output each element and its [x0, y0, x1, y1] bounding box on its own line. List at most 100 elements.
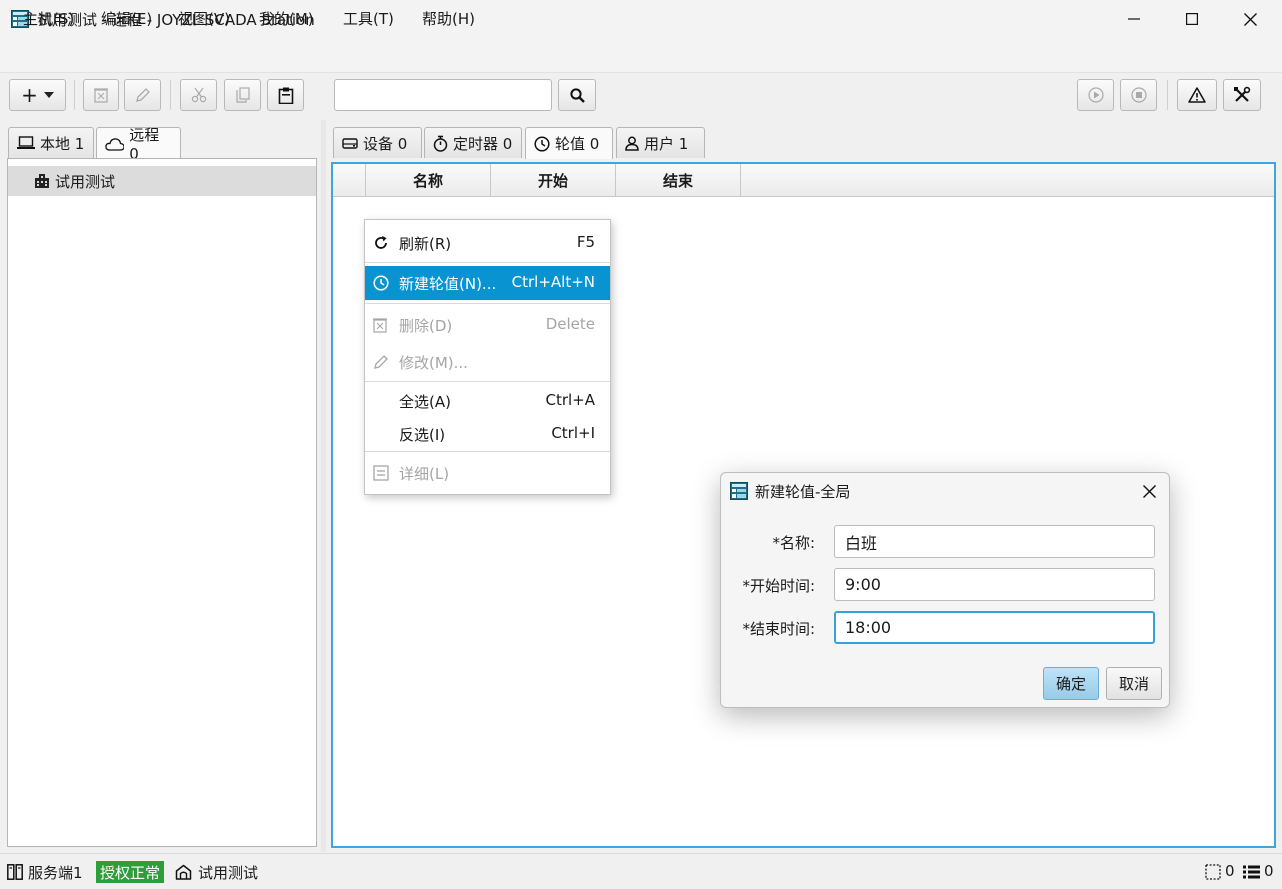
project-label[interactable]: 试用测试: [198, 862, 258, 883]
delete-button[interactable]: [83, 79, 119, 111]
tab-users[interactable]: 用户 1: [616, 127, 705, 158]
settings-tools-button[interactable]: [1223, 79, 1261, 111]
tab-shifts-label: 轮值 0: [555, 135, 600, 153]
end-time-field-label: *结束时间:: [742, 620, 815, 638]
host-tree-panel: [7, 158, 317, 847]
menu-item-refresh-label: 刷新(R): [399, 235, 452, 253]
tab-local[interactable]: 本地 1: [8, 127, 94, 158]
splitter-handle[interactable]: [321, 120, 326, 852]
home-icon: [175, 864, 192, 880]
close-icon: [1243, 12, 1257, 26]
column-header-end[interactable]: 结束: [616, 164, 741, 197]
column-header-name[interactable]: 名称: [366, 164, 491, 197]
stop-button[interactable]: [1120, 79, 1157, 111]
copy-button[interactable]: [224, 79, 261, 111]
menu-item-modify-label: 修改(M)...: [399, 354, 468, 372]
menu-host[interactable]: 主机(S): [23, 8, 74, 29]
warning-icon: [1188, 87, 1206, 103]
menu-item-modify[interactable]: 修改(M)...: [365, 345, 610, 379]
menu-help[interactable]: 帮助(H): [422, 8, 475, 29]
menu-item-new-shift-label: 新建轮值(N)...: [399, 275, 497, 293]
tab-timers-label: 定时器 0: [453, 134, 513, 153]
dialog-title: 新建轮值-全局: [755, 483, 851, 501]
tree-item-label[interactable]: 试用测试: [55, 171, 115, 192]
copy-icon: [235, 87, 250, 103]
paste-button[interactable]: [267, 79, 304, 111]
menu-item-invert-selection-label: 反选(I): [399, 426, 446, 444]
menu-bar: [0, 38, 1282, 72]
tab-devices-label: 设备 0: [363, 134, 408, 153]
tab-devices[interactable]: 设备 0: [333, 127, 422, 158]
start-time-field-label: *开始时间:: [742, 577, 815, 595]
ok-button[interactable]: 确定: [1043, 667, 1099, 700]
search-button[interactable]: [558, 79, 596, 111]
menu-tools[interactable]: 工具(T): [343, 8, 394, 29]
delete-icon: [94, 88, 108, 103]
minimize-icon: [1128, 18, 1140, 20]
menu-item-select-all[interactable]: 全选(A) Ctrl+A: [365, 384, 610, 418]
server-label[interactable]: 服务端1: [28, 862, 83, 883]
license-status-badge: 授权正常: [96, 861, 165, 883]
tab-timers[interactable]: 定时器 0: [424, 127, 522, 158]
tab-remote[interactable]: 远程 0: [96, 126, 181, 163]
menu-mine[interactable]: 我的(M): [259, 8, 314, 29]
menu-item-invert-selection[interactable]: 反选(I) Ctrl+I: [365, 417, 610, 451]
status-bar: [0, 853, 1282, 889]
clock-icon: [534, 135, 550, 152]
search-icon: [569, 87, 585, 103]
edit-button[interactable]: [124, 79, 161, 111]
tab-users-label: 用户 1: [644, 134, 689, 153]
scissors-icon: [191, 87, 206, 103]
menu-separator: [365, 451, 610, 452]
menu-item-new-shift-shortcut: Ctrl+Alt+N: [511, 273, 595, 291]
table-header-blank: [333, 164, 366, 197]
search-input[interactable]: [334, 79, 552, 111]
building-icon: [34, 173, 50, 189]
maximize-icon: [1186, 13, 1198, 25]
refresh-icon: [375, 236, 387, 249]
pencil-icon: [135, 88, 150, 102]
tab-shifts[interactable]: 轮值 0: [525, 127, 613, 159]
device-icon: [342, 138, 358, 149]
minimize-button[interactable]: [1105, 0, 1163, 38]
menu-item-invert-selection-shortcut: Ctrl+I: [551, 424, 595, 442]
menu-item-details[interactable]: 详细(L): [365, 456, 610, 490]
cancel-button[interactable]: 取消: [1106, 667, 1162, 700]
tools-icon: [1234, 86, 1251, 102]
menu-item-refresh[interactable]: 刷新(R) F5: [365, 226, 610, 260]
list-count: 0: [1264, 862, 1274, 880]
column-header-start[interactable]: 开始: [491, 164, 616, 197]
stop-icon: [1130, 87, 1147, 103]
maximize-button[interactable]: [1163, 0, 1221, 38]
end-time-field[interactable]: [834, 611, 1155, 644]
alarm-button[interactable]: [1177, 79, 1217, 111]
menu-edit[interactable]: 编辑(E): [101, 8, 152, 29]
menu-item-new-shift[interactable]: 新建轮值(N)... Ctrl+Alt+N: [365, 266, 610, 300]
selection-count: 0: [1225, 862, 1235, 880]
stopwatch-icon: [433, 135, 448, 152]
start-time-field[interactable]: [834, 568, 1155, 601]
cut-button[interactable]: [180, 79, 217, 111]
dialog-close-button[interactable]: [1137, 479, 1161, 503]
laptop-icon: [17, 136, 35, 149]
close-icon: [1142, 484, 1156, 498]
name-field-label: *名称:: [772, 534, 815, 552]
user-icon: [625, 136, 639, 151]
menu-view[interactable]: 视图(V): [178, 8, 230, 29]
delete-icon: [373, 318, 387, 333]
menu-separator: [365, 262, 610, 263]
add-label: +: [21, 83, 38, 107]
server-icon: [7, 864, 23, 880]
menu-item-delete[interactable]: 删除(D) Delete: [365, 308, 610, 342]
menu-item-refresh-shortcut: F5: [576, 233, 595, 251]
close-window-button[interactable]: [1221, 0, 1279, 38]
menu-item-delete-shortcut: Delete: [545, 315, 595, 333]
name-field[interactable]: [834, 525, 1155, 558]
play-icon: [1087, 87, 1104, 103]
menu-separator: [365, 303, 610, 304]
toolbar-separator: [74, 80, 75, 110]
clipboard-icon: [278, 87, 293, 104]
add-button[interactable]: +: [9, 79, 66, 111]
start-button[interactable]: [1077, 79, 1114, 111]
pencil-icon: [374, 355, 388, 369]
